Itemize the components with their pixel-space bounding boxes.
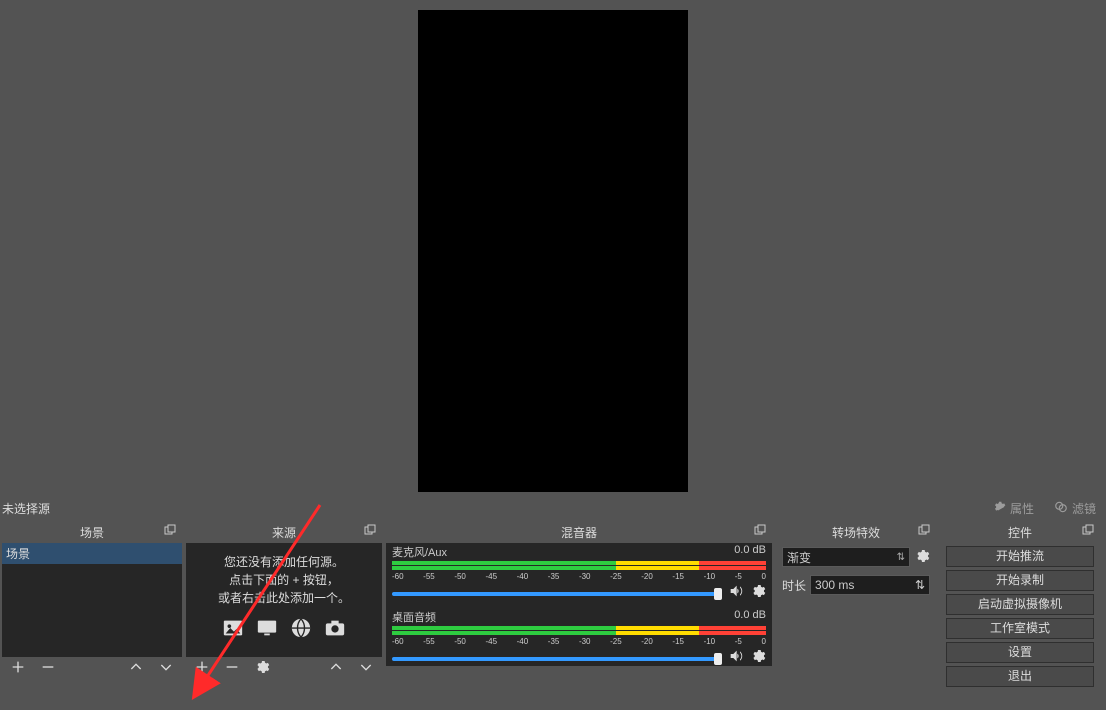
start-streaming-button[interactable]: 开始推流	[946, 546, 1094, 567]
camera-icon	[323, 617, 347, 644]
desktop-audio-label: 桌面音频	[392, 609, 436, 625]
mic-level: 0.0 dB	[734, 544, 766, 560]
sources-list[interactable]: 您还没有添加任何源。 点击下面的 + 按钮， 或者右击此处添加一个。	[186, 543, 382, 657]
desktop-meter	[392, 626, 766, 636]
transitions-header: 转场特效	[776, 521, 936, 543]
studio-mode-button[interactable]: 工作室模式	[946, 618, 1094, 639]
scenes-list[interactable]: 场景	[2, 543, 182, 657]
popout-icon[interactable]	[364, 524, 376, 539]
popout-icon[interactable]	[754, 524, 766, 539]
mixer-body: 麦克风/Aux 0.0 dB -60-55-50-45-40-35-30-25-…	[386, 543, 772, 666]
mixer-panel: 混音器 麦克风/Aux 0.0 dB -60-55-50-45-40-35-30…	[386, 521, 772, 666]
move-up-button[interactable]	[128, 659, 144, 680]
scenes-panel: 场景 场景	[2, 521, 182, 681]
image-icon	[221, 617, 245, 644]
mic-label: 麦克风/Aux	[392, 544, 447, 560]
gear-icon	[992, 500, 1006, 517]
settings-button[interactable]: 设置	[946, 642, 1094, 663]
dock: 场景 场景 来源 您还没有添加任何源。 点击下面的 + 按钮， 或者右击此处添加…	[0, 521, 1106, 691]
sources-header: 来源	[186, 521, 382, 543]
popout-icon[interactable]	[918, 524, 930, 539]
gear-icon[interactable]	[750, 583, 766, 604]
gear-icon[interactable]	[750, 648, 766, 666]
preview-canvas[interactable]	[418, 10, 688, 492]
scenes-header: 场景	[2, 521, 182, 543]
display-icon	[255, 617, 279, 644]
controls-panel: 控件 开始推流 开始录制 启动虚拟摄像机 工作室模式 设置 退出	[940, 521, 1100, 691]
source-type-icons	[186, 617, 382, 644]
speaker-icon[interactable]	[728, 583, 744, 604]
sources-empty-message: 您还没有添加任何源。 点击下面的 + 按钮， 或者右击此处添加一个。	[186, 543, 382, 611]
duration-label: 时长	[782, 577, 806, 594]
mixer-track-mic: 麦克风/Aux 0.0 dB -60-55-50-45-40-35-30-25-…	[386, 543, 772, 604]
mic-meter	[392, 561, 766, 571]
updown-icon: ⇅	[915, 578, 925, 592]
controls-header: 控件	[940, 521, 1100, 543]
transitions-panel: 转场特效 渐变 ⇅ 时长 300 ms ⇅	[776, 521, 936, 599]
no-source-label: 未选择源	[0, 500, 260, 517]
source-properties-button[interactable]	[254, 659, 270, 680]
speaker-icon[interactable]	[728, 648, 744, 666]
updown-icon: ⇅	[897, 552, 905, 563]
filters-icon	[1054, 500, 1068, 517]
duration-input[interactable]: 300 ms ⇅	[810, 575, 930, 595]
scenes-footer	[2, 657, 182, 681]
mixer-header: 混音器	[386, 521, 772, 543]
transition-select[interactable]: 渐变 ⇅	[782, 547, 910, 567]
globe-icon	[289, 617, 313, 644]
desktop-volume-slider[interactable]	[392, 657, 722, 661]
popout-icon[interactable]	[1082, 524, 1094, 539]
remove-source-button[interactable]	[224, 659, 240, 680]
scene-item[interactable]: 场景	[2, 543, 182, 564]
sources-panel: 来源 您还没有添加任何源。 点击下面的 + 按钮， 或者右击此处添加一个。	[186, 521, 382, 681]
mic-volume-slider[interactable]	[392, 592, 722, 596]
properties-button[interactable]: 属性	[982, 495, 1044, 521]
desktop-ticks: -60-55-50-45-40-35-30-25-20-15-10-50	[392, 637, 766, 646]
gear-icon[interactable]	[914, 548, 930, 567]
start-recording-button[interactable]: 开始录制	[946, 570, 1094, 591]
mic-ticks: -60-55-50-45-40-35-30-25-20-15-10-50	[392, 572, 766, 581]
mixer-track-desktop: 桌面音频 0.0 dB -60-55-50-45-40-35-30-25-20-…	[386, 608, 772, 666]
popout-icon[interactable]	[164, 524, 176, 539]
move-up-button[interactable]	[328, 659, 344, 680]
remove-scene-button[interactable]	[40, 659, 56, 680]
source-toolbar: 未选择源 属性 滤镜	[0, 495, 1106, 521]
exit-button[interactable]: 退出	[946, 666, 1094, 687]
add-scene-button[interactable]	[10, 659, 26, 680]
move-down-button[interactable]	[158, 659, 174, 680]
move-down-button[interactable]	[358, 659, 374, 680]
sources-footer	[186, 657, 382, 681]
filters-button[interactable]: 滤镜	[1044, 495, 1106, 521]
desktop-level: 0.0 dB	[734, 609, 766, 625]
start-virtualcam-button[interactable]: 启动虚拟摄像机	[946, 594, 1094, 615]
preview-area	[0, 0, 1106, 495]
add-source-button[interactable]	[194, 659, 210, 680]
